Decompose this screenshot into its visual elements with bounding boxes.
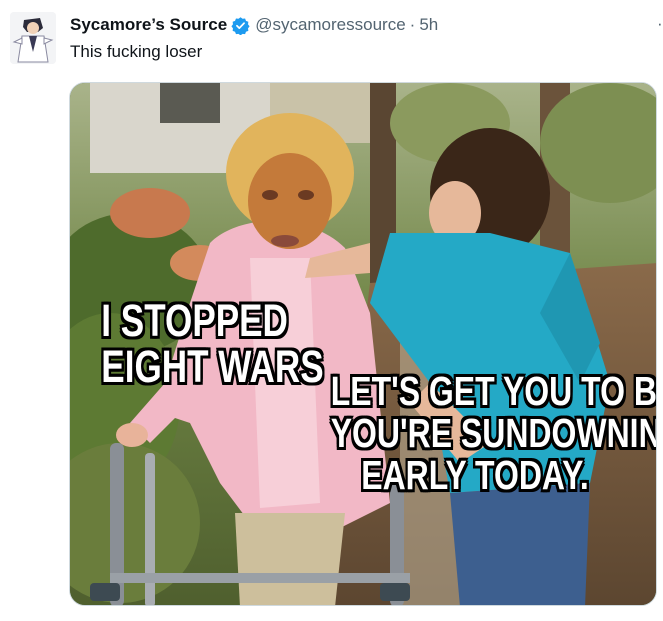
meme-caption-left: I STOPPED EIGHT WARS [101,295,324,392]
meme-caption-line: YOU'RE SUNDOWNING [330,409,657,456]
tweet-text: This fucking loser [70,42,203,61]
tweet-media[interactable]: I STOPPED EIGHT WARS LET'S GET YOU TO BE… [69,82,657,606]
meme-caption-line: EIGHT WARS [101,340,324,392]
avatar-image [10,12,56,64]
avatar[interactable] [10,12,56,64]
display-name[interactable]: Sycamore’s Source [70,15,227,35]
separator-dot: · [409,15,416,34]
verified-badge-icon[interactable] [231,16,250,35]
meme-caption-line: LET'S GET YOU TO BED. [330,368,656,414]
timestamp[interactable]: 5h [419,15,438,35]
meme-caption-line: EARLY TODAY. [361,451,589,498]
meme-caption-right: LET'S GET YOU TO BED. YOU'RE SUNDOWNING … [330,368,657,498]
meme-caption-line: I STOPPED [101,295,288,346]
user-handle[interactable]: @sycamoressource [255,15,405,35]
more-options-icon[interactable]: · [657,14,663,34]
tweet-header: Sycamore’s Source @sycamoressource · 5h [70,14,438,36]
